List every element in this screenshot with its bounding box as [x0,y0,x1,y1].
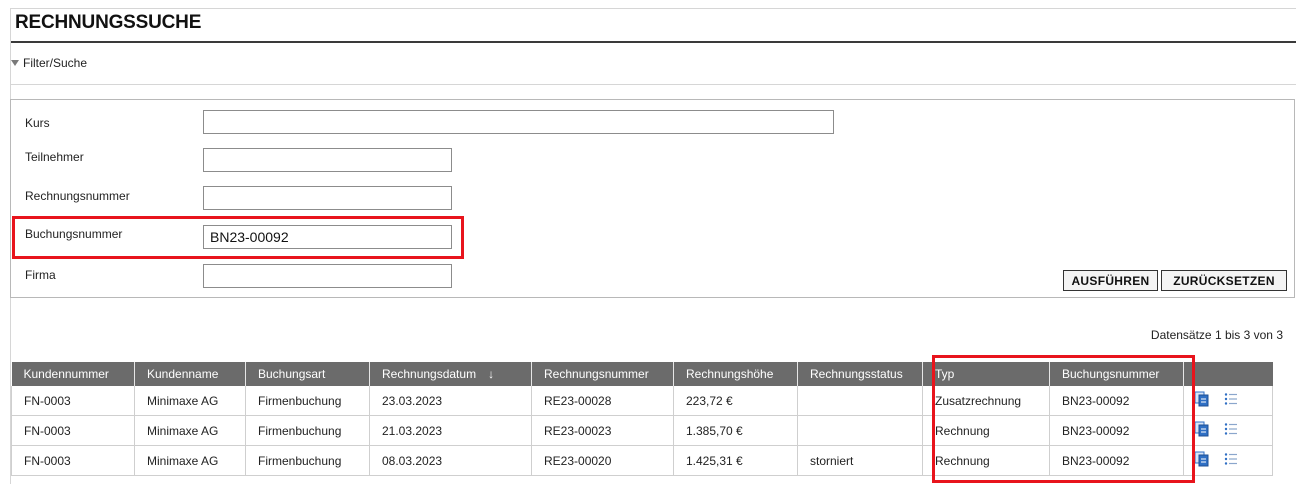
cell-rechnungsdatum: 23.03.2023 [369,386,532,416]
col-header-typ[interactable]: Typ [922,362,1050,386]
cell-rechnungsdatum: 21.03.2023 [369,415,532,446]
cell-buchungsnummer: BN23-00092 [1049,445,1184,476]
col-header-buchungsnummer[interactable]: Buchungsnummer [1049,362,1184,386]
results-table: Kundennummer Kundenname Buchungsart Rech… [11,362,1273,476]
cell-kundennummer: FN-0003 [11,445,135,476]
cell-kundennummer: FN-0003 [11,386,135,416]
sort-arrow-down-icon: ↓ [488,367,495,381]
rechnungsnummer-input[interactable] [203,186,452,210]
list-icon[interactable] [1224,392,1238,409]
col-header-actions [1183,362,1273,386]
col-header-rechnungsnummer[interactable]: Rechnungsnummer [531,362,674,386]
triangle-down-icon [11,60,19,66]
cell-typ: Rechnung [922,415,1050,446]
list-icon[interactable] [1224,422,1238,439]
rechnungsnummer-label: Rechnungsnummer [25,189,130,203]
document-copy-icon[interactable] [1194,391,1209,410]
execute-button[interactable]: AUSFÜHREN [1063,270,1158,291]
table-header-row: Kundennummer Kundenname Buchungsart Rech… [11,362,1273,386]
cell-rechnungsnummer: RE23-00028 [531,386,674,416]
col-header-rechnungshoehe[interactable]: Rechnungshöhe [673,362,798,386]
filter-toggle[interactable]: Filter/Suche [11,56,87,70]
cell-rechnungsdatum: 08.03.2023 [369,445,532,476]
filter-divider [11,84,1296,85]
teilnehmer-label: Teilnehmer [25,150,84,164]
record-count: Datensätze 1 bis 3 von 3 [1150,328,1283,342]
table-row[interactable]: FN-0003 Minimaxe AG Firmenbuchung 23.03.… [11,386,1273,416]
cell-typ: Rechnung [922,445,1050,476]
firma-label: Firma [25,268,56,282]
row-actions [1183,445,1273,476]
col-header-rechnungsstatus[interactable]: Rechnungsstatus [797,362,923,386]
cell-rechnungsstatus [797,415,923,446]
buchungsnummer-input[interactable] [203,225,452,249]
cell-rechnungsstatus: storniert [797,445,923,476]
cell-buchungsart: Firmenbuchung [245,415,370,446]
table-row[interactable]: FN-0003 Minimaxe AG Firmenbuchung 08.03.… [11,445,1273,476]
cell-buchungsart: Firmenbuchung [245,445,370,476]
cell-rechnungsnummer: RE23-00020 [531,445,674,476]
cell-kundennummer: FN-0003 [11,415,135,446]
kurs-input[interactable] [203,110,834,134]
reset-button[interactable]: ZURÜCKSETZEN [1161,270,1287,291]
cell-typ: Zusatzrechnung [922,386,1050,416]
cell-rechnungshoehe: 1.385,70 € [673,415,798,446]
list-icon[interactable] [1224,452,1238,469]
table-row[interactable]: FN-0003 Minimaxe AG Firmenbuchung 21.03.… [11,415,1273,446]
cell-rechnungshoehe: 1.425,31 € [673,445,798,476]
cell-kundenname: Minimaxe AG [134,415,246,446]
buchungsnummer-label: Buchungsnummer [25,227,123,241]
row-actions [1183,386,1273,416]
col-header-kundenname[interactable]: Kundenname [134,362,246,386]
cell-buchungsnummer: BN23-00092 [1049,415,1184,446]
cell-kundenname: Minimaxe AG [134,386,246,416]
document-copy-icon[interactable] [1194,421,1209,440]
title-divider [11,41,1296,43]
cell-rechnungshoehe: 223,72 € [673,386,798,416]
col-header-rechnungsdatum[interactable]: Rechnungsdatum ↓ [369,362,532,386]
kurs-label: Kurs [25,116,50,130]
firma-input[interactable] [203,264,452,288]
page-title: RECHNUNGSSUCHE [15,12,202,33]
teilnehmer-input[interactable] [203,148,452,172]
cell-buchungsnummer: BN23-00092 [1049,386,1184,416]
document-copy-icon[interactable] [1194,451,1209,470]
cell-rechnungsstatus [797,386,923,416]
row-actions [1183,415,1273,446]
filter-toggle-label: Filter/Suche [23,56,88,70]
cell-buchungsart: Firmenbuchung [245,386,370,416]
col-header-buchungsart[interactable]: Buchungsart [245,362,370,386]
cell-kundenname: Minimaxe AG [134,445,246,476]
cell-rechnungsnummer: RE23-00023 [531,415,674,446]
col-header-kundennummer[interactable]: Kundennummer [11,362,135,386]
